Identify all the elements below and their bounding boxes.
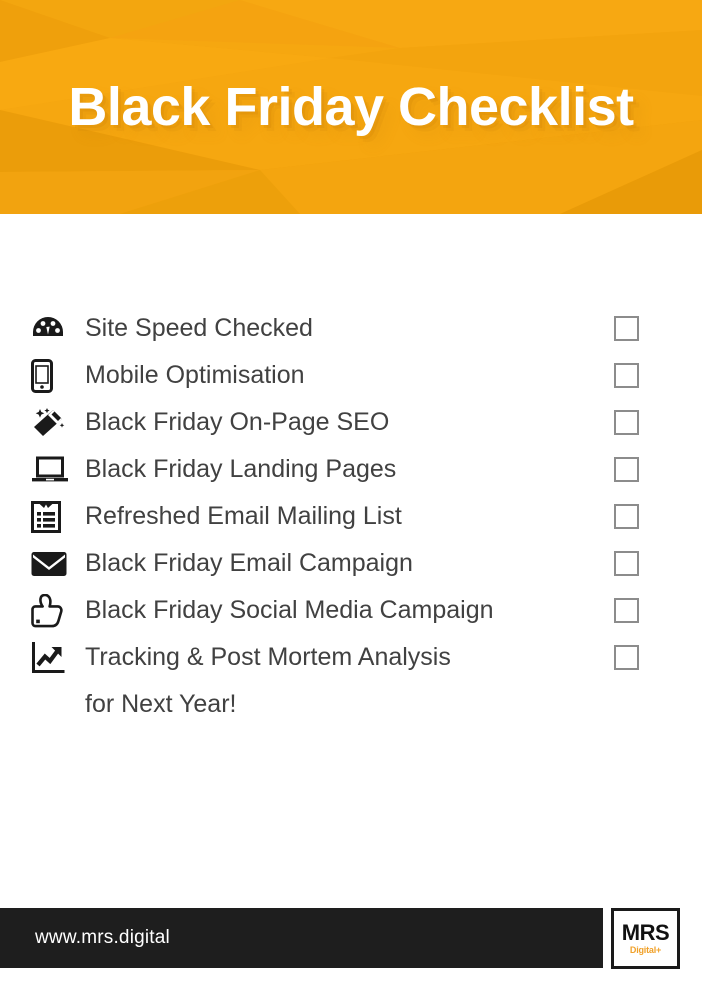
envelope-icon	[31, 545, 75, 583]
checklist-item[interactable]: Site Speed Checked	[0, 305, 702, 352]
logo-secondary-word: Digital	[629, 945, 657, 955]
checklist-item-label: Black Friday Social Media Campaign	[85, 595, 494, 624]
logo-primary-text: MRS	[621, 920, 670, 945]
clipboard-list-icon	[31, 498, 75, 536]
checklist: Site Speed Checked Mobile Optimisation B…	[0, 305, 702, 728]
checklist-item[interactable]: Tracking & Post Mortem Analysis	[0, 634, 702, 681]
laptop-icon	[31, 451, 75, 489]
speedometer-icon	[31, 310, 75, 348]
checklist-item-label: Site Speed Checked	[85, 313, 313, 342]
checkbox[interactable]	[614, 645, 639, 670]
growth-chart-icon	[31, 639, 75, 677]
logo-plus-sign: +	[656, 945, 662, 955]
checklist-item[interactable]: Black Friday Email Campaign	[0, 540, 702, 587]
footer-url[interactable]: www.mrs.digital	[0, 927, 170, 949]
checklist-item-label: Refreshed Email Mailing List	[85, 501, 402, 530]
header-banner: Black Friday Checklist	[0, 0, 702, 214]
checkbox[interactable]	[614, 551, 639, 576]
checklist-item[interactable]: Black Friday On-Page SEO	[0, 399, 702, 446]
checklist-item-label: Black Friday Landing Pages	[85, 454, 397, 483]
checklist-item-continuation-label: for Next Year!	[85, 689, 237, 718]
checkbox[interactable]	[614, 457, 639, 482]
checkbox[interactable]	[614, 598, 639, 623]
checkbox[interactable]	[614, 504, 639, 529]
magic-wand-icon	[31, 404, 75, 442]
checklist-item[interactable]: Black Friday Social Media Campaign	[0, 587, 702, 634]
logo-secondary-text: Digital+	[630, 946, 661, 955]
mobile-phone-icon	[31, 357, 75, 395]
thumbs-up-icon	[31, 592, 75, 630]
checklist-item-label: Black Friday Email Campaign	[85, 548, 413, 577]
checklist-item-label: Mobile Optimisation	[85, 360, 305, 389]
page-title: Black Friday Checklist	[68, 77, 634, 137]
checkbox[interactable]	[614, 316, 639, 341]
checkbox[interactable]	[614, 363, 639, 388]
checklist-item-label: Black Friday On-Page SEO	[85, 407, 390, 436]
checklist-item[interactable]: Black Friday Landing Pages	[0, 446, 702, 493]
checklist-item[interactable]: Mobile Optimisation	[0, 352, 702, 399]
checkbox[interactable]	[614, 410, 639, 435]
footer-bar: www.mrs.digital	[0, 908, 603, 968]
checklist-item-continuation: for Next Year!	[0, 681, 702, 728]
checklist-item[interactable]: Refreshed Email Mailing List	[0, 493, 702, 540]
mrs-digital-logo[interactable]: MRS Digital+	[611, 908, 680, 969]
checklist-item-label: Tracking & Post Mortem Analysis	[85, 642, 451, 671]
